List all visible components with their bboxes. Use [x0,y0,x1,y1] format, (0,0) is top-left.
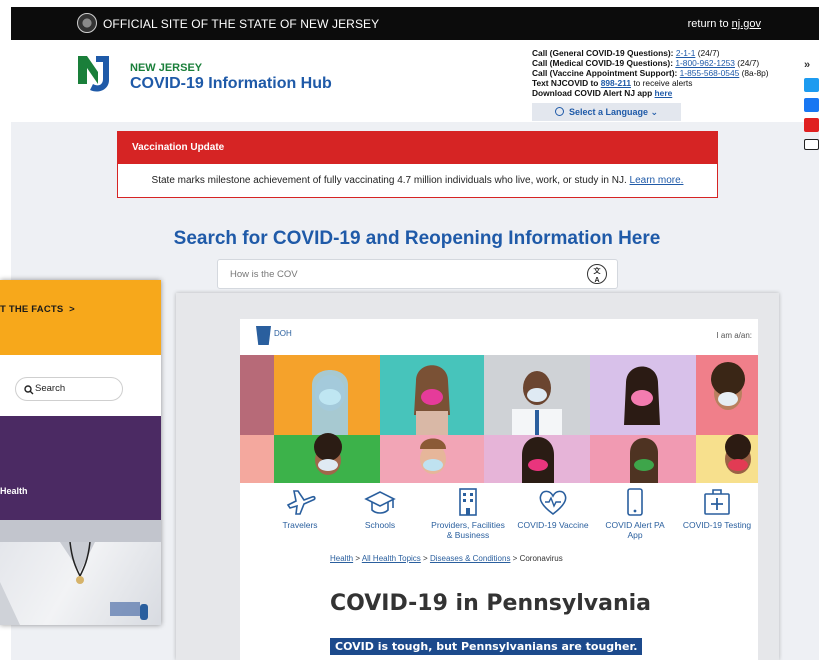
email-icon[interactable] [804,139,819,150]
facebook-icon[interactable] [804,98,819,112]
text-number-link[interactable]: 898-211 [601,78,631,88]
breadcrumb-health[interactable]: Health [330,554,353,563]
vaccine-phone-link[interactable]: 1-855-568-0545 [680,68,740,78]
return-prefix: return to [687,18,732,30]
chevron-down-icon: ⌄ [650,107,659,117]
search-input-value: How is the COV [230,269,298,280]
get-the-facts-banner[interactable]: T THE FACTS > [0,280,161,355]
audience-nav-label: Schools [364,520,396,530]
chevron-right-icon: > [66,304,75,315]
app-label: Download COVID Alert NJ app [532,88,653,98]
audience-nav-label: COVID Alert PA [605,520,665,530]
doctor-illustration [0,542,148,625]
breadcrumb-sep: > [355,554,361,563]
left-overlay-window: T THE FACTS > Search Health [0,280,161,625]
official-site-text: OFFICIAL SITE OF THE STATE OF NEW JERSEY [103,17,380,31]
site-header: NEW JERSEY COVID-19 Information Hub Call… [11,40,819,122]
nj-seal-icon [77,13,97,33]
general-phone-link[interactable]: 2-1-1 [676,48,696,58]
audience-nav-label-2: App [627,530,643,540]
medical-phone-link[interactable]: 1-800-962-1253 [675,58,735,68]
contact-info: Call (General COVID-19 Questions): 2-1-1… [532,48,769,98]
alert-body: State marks milestone achievement of ful… [118,164,717,186]
audience-nav-item[interactable]: Travelers [262,483,338,530]
heart-vaccine-icon [539,490,567,516]
audience-nav-item[interactable]: Schools [343,483,417,530]
audience-nav-label-2: & Business [446,530,490,540]
left-search-area: Search [0,355,161,416]
audience-nav: Travelers Schools Providers, Facilities & B… [240,483,758,540]
learn-more-link[interactable]: Learn more. [630,175,684,186]
chevron-right-icon[interactable]: » [804,59,810,71]
breadcrumb-current: Coronavirus [519,554,563,563]
audience-nav-label: COVID-19 Vaccine [517,520,589,530]
vaccination-alert: Vaccination Update State marks milestone… [117,131,718,198]
vaccine-label: Call (Vaccine Appointment Support): [532,68,678,78]
brand-title[interactable]: COVID-19 Information Hub [130,75,332,93]
medical-kit-icon [704,489,730,515]
people-masks-collage [240,355,758,483]
language-label: Select a Language [568,107,648,117]
breadcrumb-diseases-conditions[interactable]: Diseases & Conditions [430,554,510,563]
left-search-label: Search [35,383,66,394]
i-am-selector[interactable]: I am a/an: [716,331,752,340]
audience-nav-label: Travelers [282,520,318,530]
health-purple-panel: Health [0,416,161,520]
airplane-icon [286,490,316,515]
doctor-photo [0,542,161,625]
general-hours: (24/7) [697,48,720,58]
official-site-bar: OFFICIAL SITE OF THE STATE OF NEW JERSEY… [11,7,819,40]
pa-topbar: DOH I am a/an: [240,319,758,355]
pa-doh-label[interactable]: DOH [274,329,292,338]
left-search-button[interactable]: Search [15,377,123,401]
audience-nav-label: COVID-19 Testing [682,520,752,530]
breadcrumb: Health > All Health Topics > Diseases & … [330,554,563,563]
pa-keystone-icon[interactable] [256,326,271,345]
phone-icon [627,488,643,516]
return-to-nj: return to nj.gov [688,18,761,30]
globe-icon [554,107,564,116]
page-title: COVID-19 in Pennsylvania [330,591,651,616]
search-input[interactable]: How is the COV 文A [217,259,618,289]
gray-strip [0,520,161,542]
audience-nav-item[interactable]: Providers, Facilities & Business [425,483,511,540]
text-label: Text NJCOVID to [532,78,599,88]
audience-nav-item[interactable]: COVID-19 Vaccine [508,483,598,530]
building-icon [459,488,477,516]
graduation-cap-icon [364,491,396,514]
youtube-icon[interactable] [804,118,819,132]
breadcrumb-sep: > [512,554,518,563]
breadcrumb-all-health-topics[interactable]: All Health Topics [362,554,421,563]
pa-doh-page: DOH I am a/an: Travelers Schools Provide… [240,319,758,660]
alert-text: State marks milestone achievement of ful… [151,175,627,186]
audience-nav-item[interactable]: COVID-19 Testing [678,483,756,530]
alert-heading: Vaccination Update [118,132,717,164]
brand-state: NEW JERSEY [130,62,203,74]
facts-label: T THE FACTS [0,304,64,315]
nj-gov-link[interactable]: nj.gov [732,18,761,30]
pa-overlay-window: DOH I am a/an: Travelers Schools Provide… [176,293,779,660]
vaccine-hours: (8a-8p) [741,68,769,78]
purple-panel-text: Health [0,486,28,496]
nj-logo-icon[interactable] [76,54,112,94]
search-icon [24,385,34,395]
text-suffix: to receive alerts [633,78,693,88]
language-selector[interactable]: Select a Language ⌄ [532,103,681,121]
twitter-icon[interactable] [804,78,819,92]
general-label: Call (General COVID-19 Questions): [532,48,674,58]
audience-nav-label: Providers, Facilities [431,520,505,530]
medical-hours: (24/7) [737,58,760,68]
search-heading: Search for COVID-19 and Reopening Inform… [173,228,661,249]
audience-nav-item[interactable]: COVID Alert PA App [597,483,673,540]
tagline-banner: COVID is tough, but Pennsylvanians are t… [330,638,643,655]
medical-label: Call (Medical COVID-19 Questions): [532,58,674,68]
breadcrumb-sep: > [423,554,428,563]
app-download-link[interactable]: here [655,88,673,98]
translate-icon[interactable]: 文A [587,264,607,284]
